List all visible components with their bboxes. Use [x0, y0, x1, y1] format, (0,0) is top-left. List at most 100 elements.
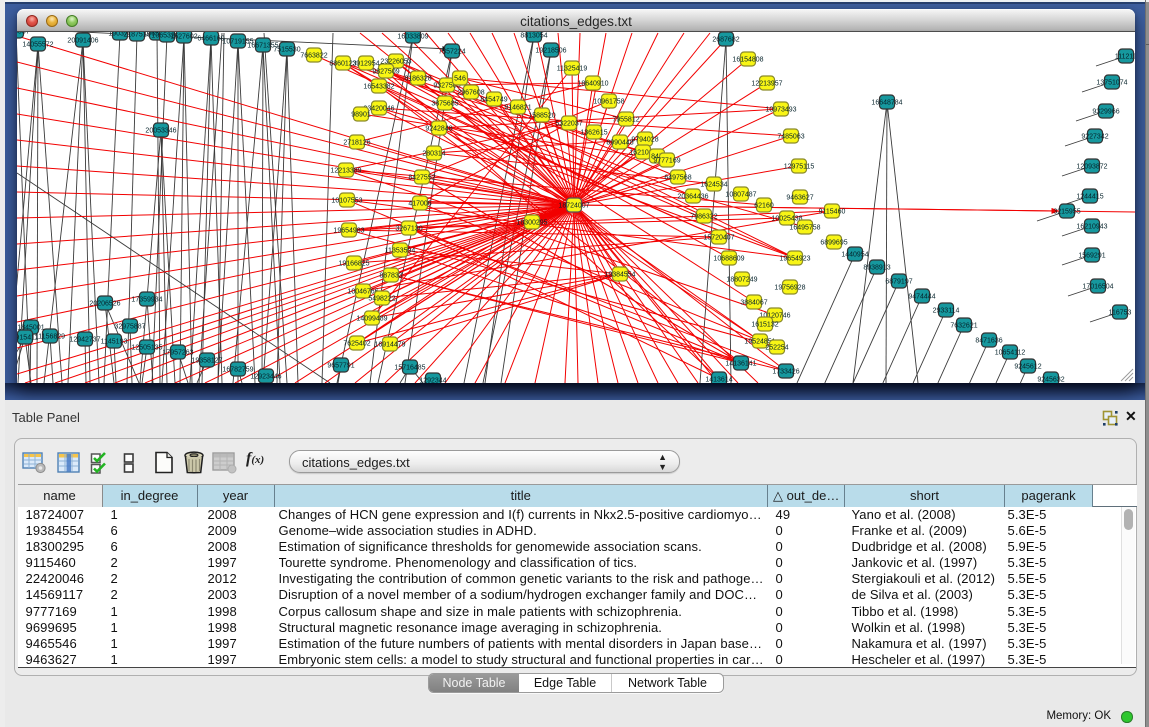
svg-text:19654983: 19654983 [333, 227, 364, 234]
svg-text:546: 546 [454, 75, 466, 82]
svg-text:19654923: 19654923 [779, 255, 810, 262]
svg-text:16210943: 16210943 [1076, 223, 1107, 230]
svg-text:10807487: 10807487 [725, 191, 756, 198]
svg-text:19358127: 19358127 [191, 357, 222, 364]
svg-text:18300295: 18300295 [516, 219, 547, 226]
svg-text:116753: 116753 [1109, 309, 1132, 316]
svg-text:8427552: 8427552 [408, 174, 435, 181]
svg-text:9777169: 9777169 [653, 157, 680, 164]
svg-text:15716485: 15716485 [394, 364, 425, 371]
svg-text:1244415: 1244415 [1076, 193, 1103, 200]
svg-text:1624534: 1624534 [700, 181, 727, 188]
svg-text:7625402: 7625402 [343, 340, 370, 347]
svg-text:1405557: 1405557 [17, 32, 30, 36]
svg-text:8186328: 8186328 [404, 75, 431, 82]
svg-text:17957263: 17957263 [162, 349, 193, 356]
svg-text:417006: 417006 [408, 200, 431, 207]
svg-text:12975115: 12975115 [784, 163, 815, 170]
svg-text:12942737: 12942737 [69, 336, 100, 343]
svg-text:7857224: 7857224 [438, 48, 465, 55]
svg-text:14136141: 14136141 [725, 360, 756, 367]
svg-text:9245632: 9245632 [1037, 376, 1064, 383]
svg-text:9227342: 9227342 [1081, 133, 1108, 140]
svg-text:5322037: 5322037 [555, 120, 582, 127]
svg-text:252254: 252254 [765, 344, 788, 351]
svg-text:3884067: 3884067 [740, 299, 767, 306]
svg-text:9657791: 9657791 [327, 362, 354, 369]
svg-text:7485063: 7485063 [777, 133, 804, 140]
svg-text:12213957: 12213957 [751, 80, 782, 87]
svg-text:111219: 111219 [1115, 53, 1135, 60]
svg-text:9827509: 9827509 [372, 68, 399, 75]
svg-text:6497568: 6497568 [664, 174, 691, 181]
svg-text:2687682: 2687682 [712, 36, 739, 43]
svg-text:17016504: 17016504 [1082, 283, 1113, 290]
svg-text:16648784: 16648784 [871, 99, 902, 106]
svg-text:20364436: 20364436 [677, 193, 708, 200]
svg-text:17359934: 17359934 [131, 296, 162, 303]
svg-text:16495758: 16495758 [789, 224, 820, 231]
svg-text:19218506: 19218506 [535, 47, 566, 54]
svg-text:5498222: 5498222 [368, 295, 395, 302]
svg-text:8990448: 8990448 [606, 139, 633, 146]
svg-text:9463627: 9463627 [786, 194, 813, 201]
svg-text:16914479: 16914479 [374, 341, 405, 348]
svg-text:18807249: 18807249 [726, 276, 757, 283]
svg-text:6466160: 6466160 [197, 35, 224, 42]
svg-text:6879197: 6879197 [885, 278, 912, 285]
svg-text:16033809: 16033809 [397, 33, 428, 40]
svg-text:1733426: 1733426 [772, 368, 799, 375]
svg-text:6899695: 6899695 [820, 239, 847, 246]
svg-text:9115460: 9115460 [819, 208, 846, 215]
svg-text:9245612: 9245612 [1014, 363, 1041, 370]
svg-text:1569291: 1569291 [1078, 252, 1105, 259]
svg-text:2718126: 2718126 [343, 139, 370, 146]
svg-text:12213389: 12213389 [330, 167, 361, 174]
svg-text:10107553: 10107553 [331, 197, 362, 204]
svg-text:19166825: 19166825 [338, 260, 369, 267]
svg-text:9329966: 9329966 [1092, 108, 1119, 115]
svg-text:3215955: 3215955 [1053, 208, 1080, 215]
svg-text:18640910: 18640910 [577, 80, 608, 87]
svg-text:1145193: 1145193 [101, 338, 128, 345]
svg-text:16154808: 16154808 [732, 56, 763, 63]
svg-text:7986322: 7986322 [690, 213, 717, 220]
svg-text:20091406: 20091406 [67, 37, 98, 44]
svg-text:887833: 887833 [379, 272, 402, 279]
svg-text:12923446: 12923446 [250, 373, 281, 380]
svg-text:98901: 98901 [351, 111, 371, 118]
svg-text:20206526: 20206526 [89, 300, 120, 307]
svg-text:12093872: 12093872 [1076, 163, 1107, 170]
svg-text:9474444: 9474444 [908, 293, 935, 300]
svg-text:11353594: 11353594 [385, 247, 416, 254]
svg-text:8813054: 8813054 [520, 32, 547, 39]
svg-text:9794028: 9794028 [631, 136, 658, 143]
svg-text:1615132: 1615132 [751, 321, 778, 328]
svg-text:16543382: 16543382 [363, 83, 394, 90]
svg-text:11156829: 11156829 [35, 333, 65, 340]
svg-text:7632621: 7632621 [950, 322, 977, 329]
svg-text:7515530: 7515530 [273, 46, 300, 53]
svg-text:10973493: 10973493 [765, 106, 796, 113]
svg-text:8471636: 8471636 [975, 337, 1002, 344]
svg-text:3875685: 3875685 [431, 100, 458, 107]
svg-text:18724007: 18724007 [558, 202, 589, 209]
svg-text:7955812: 7955812 [612, 116, 639, 123]
svg-text:62160: 62160 [754, 202, 774, 209]
svg-text:19384554: 19384554 [604, 271, 635, 278]
svg-text:1440954: 1440954 [841, 251, 868, 258]
svg-text:10961758: 10961758 [593, 98, 624, 105]
svg-text:9146821: 9146821 [504, 104, 531, 111]
svg-text:280314: 280314 [422, 150, 445, 157]
svg-text:12505135: 12505135 [131, 344, 162, 351]
svg-text:1588520: 1588520 [528, 112, 555, 119]
svg-text:14099489: 14099489 [356, 315, 387, 322]
svg-text:1413614: 1413614 [705, 376, 732, 383]
svg-text:16782759: 16782759 [222, 366, 253, 373]
svg-text:15720407: 15720407 [703, 234, 734, 241]
svg-text:13751074: 13751074 [1096, 79, 1127, 86]
svg-text:11325419: 11325419 [557, 65, 588, 72]
svg-text:19756928: 19756928 [774, 284, 805, 291]
svg-text:14055572: 14055572 [22, 41, 53, 48]
svg-text:2967608: 2967608 [457, 89, 484, 96]
